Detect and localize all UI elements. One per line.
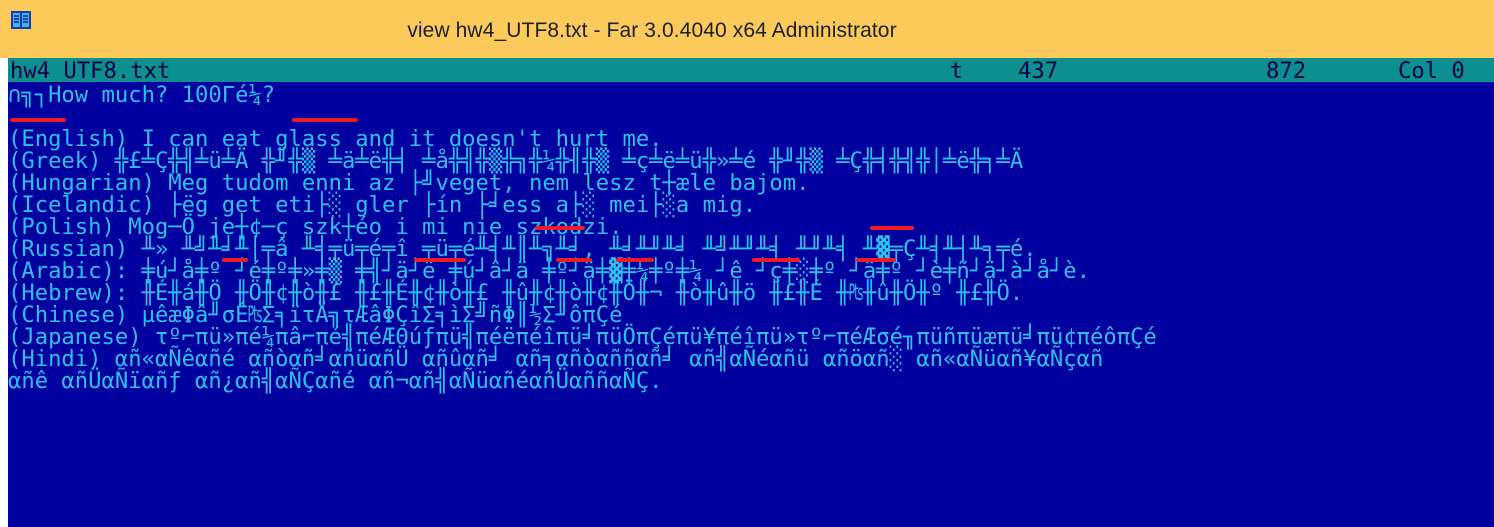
window-titlebar[interactable]: view hw4_UTF8.txt - Far 3.0.4040 x64 Adm…	[0, 0, 1494, 58]
annotation-underline-is-eth3	[856, 258, 896, 262]
status-file-size: 872	[1266, 58, 1307, 84]
annotation-underline-is-eth1	[414, 258, 466, 262]
file-viewer[interactable]: hw4_UTF8.txt t 437 872 Col 0 ∩╗┐How much…	[8, 58, 1494, 527]
text-line-russian: (Russian) ╨» ╨╝╨╛╨│╤â ╨╡╤ü╤é╤î ╤ü╤é╨╡╨║╨…	[8, 236, 1037, 262]
text-line-hungarian: (Hungarian) Meg tudom enni az ├╝veget, n…	[8, 170, 810, 196]
annotation-underline-is-eth2	[752, 258, 800, 262]
annotation-underline-hu-o	[870, 226, 914, 230]
status-filename: hw4_UTF8.txt	[10, 58, 171, 84]
text-line-hindi-continued: αñê αñÜαÑïαñƒ αñ¿αñ╣αÑÇαñé αñ¬αñ╣αÑüαñéα…	[8, 368, 663, 394]
status-column: Col 0	[1398, 58, 1465, 84]
viewer-text-area[interactable]: ∩╗┐How much? 100Γé¼? (English) I can eat…	[8, 84, 1157, 392]
text-line-hebrew: (Hebrew): ╫É╫á╫Ö ╫Ö╫¢╫ò╫£ ╫£╫É╫¢╫ò╫£ ╫û╫…	[8, 280, 1024, 306]
text-line-hindi: (Hindi) αñ«αÑêαñé αñòαñ╛αñüαñÜ αñûαñ╛ αñ…	[8, 346, 1104, 372]
annotation-underline-is-a	[556, 258, 592, 262]
text-line-greek: (Greek) ╬£╧Ç╬╣╧ü╧Ä ╬╜╬▒ ╧ä╧ë╬╡ ╧å╬╣╬▒╬╗╬…	[8, 148, 1024, 174]
viewer-status-bar: hw4_UTF8.txt t 437 872 Col 0	[8, 58, 1494, 82]
text-line-chinese: (Chinese) µêæΦâ╜σÉ₧Σ╕ïτÄ╗τÆâΦÇîΣ╕ìΣ╝ñΦ║½…	[8, 302, 623, 328]
text-line-bom-price: ∩╗┐How much? 100Γé¼?	[8, 82, 276, 108]
status-codepage-number: 437	[1018, 58, 1059, 84]
annotation-underline-hu-u	[535, 226, 585, 230]
text-line-japanese: (Japanese) τº⌐πü»πé¼πâ⌐πé╣πéÆΘúƒπü╣πéëπé…	[8, 324, 1157, 350]
text-line-arabic: (Arabic): ╪ú┘å╪º ┘é╪º╪»╪▒ ╪╣┘ä┘ë ╪ú┘â┘ä …	[8, 258, 1090, 284]
status-codepage: t	[950, 58, 964, 84]
window-title: view hw4_UTF8.txt - Far 3.0.4040 x64 Adm…	[407, 19, 897, 42]
text-line-blank	[8, 106, 1157, 128]
text-line-english: (English) I can eat glass and it doesn't…	[8, 126, 663, 152]
annotation-underline-is-e	[222, 258, 248, 262]
text-line-icelandic: (Icelandic) ├ëg get eti├░ gler ├ín ├╛ess…	[8, 192, 757, 218]
annotation-underline-bom	[10, 118, 66, 122]
annotation-underline-is-thorn	[616, 258, 654, 262]
annotation-underline-euro	[292, 118, 358, 122]
